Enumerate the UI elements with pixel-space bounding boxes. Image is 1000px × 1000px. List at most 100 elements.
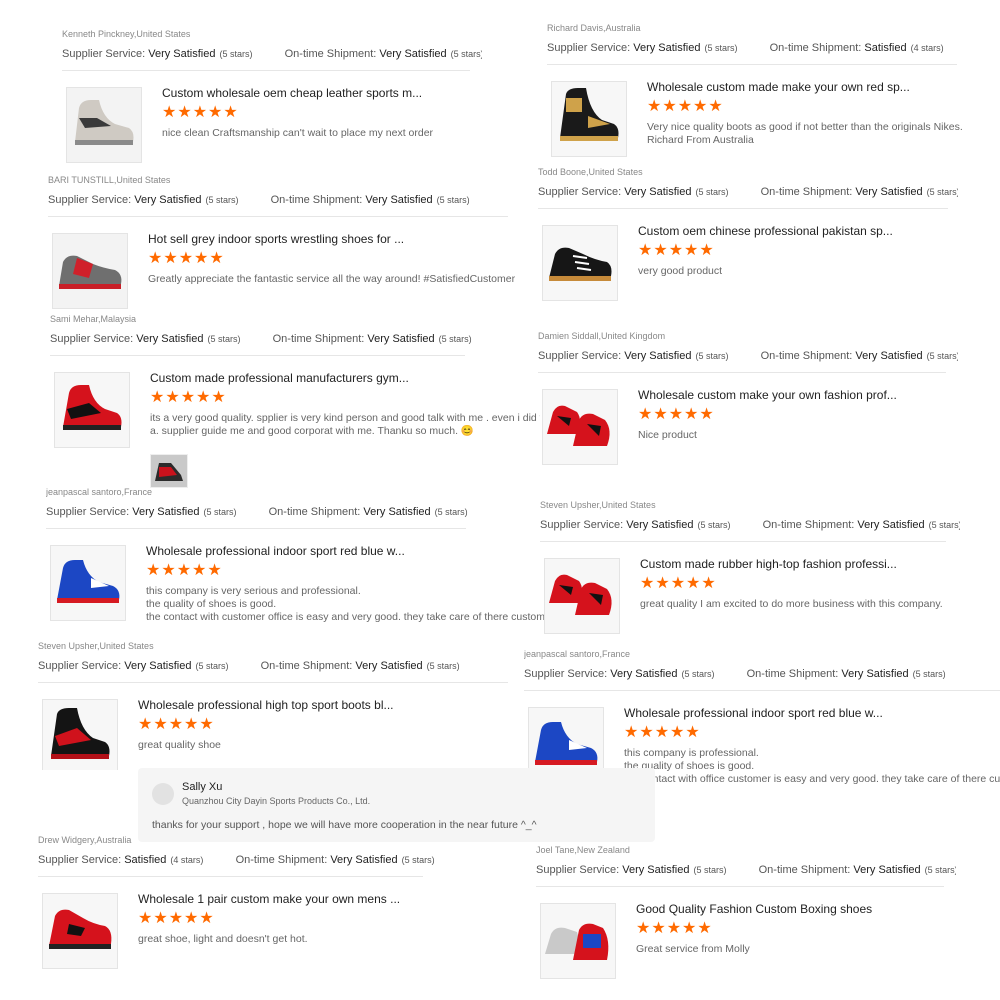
product-title[interactable]: Wholesale 1 pair custom make your own me… [138,891,458,907]
shipment-value: Very Satisfied [841,668,909,680]
divider [524,690,1000,691]
reviewer-name: Joel Tane,New Zealand [536,845,630,855]
review-comment: Great service from Molly [636,943,750,955]
shipment-stars: (5 stars) [450,49,482,59]
divider [48,216,508,217]
shipment-label: On-time Shipment: [758,864,854,876]
supplier-service-value: Very Satisfied [622,864,690,876]
shipment-stars: (5 stars) [434,507,468,517]
shipment-label: On-time Shipment: [268,506,364,518]
review-card: Steven Upsher,United States Supplier Ser… [38,640,528,770]
shipment-label: On-time Shipment: [235,854,331,866]
supplier-service-value: Satisfied [124,854,167,866]
product-title[interactable]: Wholesale professional high top sport bo… [138,697,528,713]
supplier-service-label: Supplier Service: [547,42,634,54]
reviewer-name: Richard Davis,Australia [547,23,641,33]
shipment-value: Very Satisfied [365,194,433,206]
review-card: BARI TUNSTILL,United States Supplier Ser… [48,174,528,314]
shipment-value: Very Satisfied [855,350,923,362]
review-comment: Greatly appreciate the fantastic service… [148,273,516,285]
product-title[interactable]: Wholesale custom make your own fashion p… [638,387,958,403]
product-title[interactable]: Good Quality Fashion Custom Boxing shoes [636,901,956,917]
product-thumbnail[interactable] [50,545,126,621]
supplier-service-label: Supplier Service: [524,668,611,680]
review-card: jeanpascal santoro,France Supplier Servi… [46,486,546,636]
shipment-label: On-time Shipment: [284,48,380,60]
review-card: Kenneth Pinckney,United States Supplier … [62,28,482,168]
product-title[interactable]: Wholesale professional indoor sport red … [624,705,1000,721]
review-comment: this company is professional. the qualit… [624,747,1000,785]
review-comment: this company is very serious and profess… [146,585,546,623]
ratings-row: Supplier Service: Very Satisfied (5 stars… [547,40,967,56]
reviewer-name: jeanpascal santoro,France [524,649,631,659]
supplier-service-value: Very Satisfied [624,186,692,198]
star-rating: ★★★★★ [624,724,701,741]
supplier-service-value: Very Satisfied [624,350,692,362]
ratings-row: Supplier Service: Very Satisfied (5 stars… [46,504,546,520]
product-title[interactable]: Custom made rubber high-top fashion prof… [640,556,960,572]
shoe-icon [43,700,117,770]
product-thumbnail[interactable] [542,225,618,301]
shoe-icon [541,904,615,978]
supplier-service-label: Supplier Service: [62,48,149,60]
shoe-icon [552,82,626,156]
product-title[interactable]: Custom oem chinese professional pakistan… [638,223,958,239]
review-card: Joel Tane,New Zealand Supplier Service: … [536,844,956,984]
product-thumbnail[interactable] [42,893,118,969]
product-thumbnail[interactable] [52,233,128,309]
divider [50,355,465,356]
product-thumbnail[interactable] [54,372,130,448]
avatar [152,783,174,805]
star-rating: ★★★★★ [640,575,717,592]
product-title[interactable]: Hot sell grey indoor sports wrestling sh… [148,231,528,247]
shipment-value: Very Satisfied [355,660,423,672]
supplier-service-value: Very Satisfied [633,42,701,54]
product-thumbnail[interactable] [544,558,620,634]
supplier-service-value: Very Satisfied [124,660,192,672]
review-photo[interactable] [150,454,188,488]
divider [38,682,508,683]
supplier-service-stars: (4 stars) [170,855,204,865]
product-title[interactable]: Custom made professional manufacturers g… [150,370,540,386]
supplier-service-label: Supplier Service: [540,519,627,531]
reviewer-name: Sami Mehar,Malaysia [50,314,137,324]
ratings-row: Supplier Service: Very Satisfied (5 stars… [38,658,528,674]
review-comment: very good product [638,265,723,277]
review-comment: great quality shoe [138,739,221,751]
product-thumbnail[interactable] [540,903,616,979]
supplier-service-label: Supplier Service: [538,350,625,362]
shipment-stars: (5 stars) [926,187,958,197]
supplier-service-value: Very Satisfied [132,506,200,518]
product-title[interactable]: Custom wholesale oem cheap leather sport… [162,85,482,101]
star-rating: ★★★★★ [150,389,227,406]
shipment-value: Satisfied [864,42,907,54]
supplier-service-value: Very Satisfied [134,194,202,206]
product-title[interactable]: Wholesale professional indoor sport red … [146,543,546,559]
supplier-service-value: Very Satisfied [626,519,694,531]
shoe-icon [543,226,617,300]
review-comment: Very nice quality boots as good if not b… [647,121,963,146]
ratings-row: Supplier Service: Very Satisfied (5 stars… [62,46,482,62]
supplier-service-stars: (5 stars) [704,43,738,53]
supplier-service-label: Supplier Service: [536,864,623,876]
reviewer-name: Steven Upsher,United States [38,641,154,651]
supplier-service-value: Very Satisfied [136,333,204,345]
product-thumbnail[interactable] [551,81,627,157]
supplier-service-stars: (5 stars) [681,669,715,679]
reply-company-name: Quanzhou City Dayin Sports Products Co.,… [182,796,371,806]
product-title[interactable]: Wholesale custom made make your own red … [647,79,967,95]
review-comment: great quality I am excited to do more bu… [640,598,943,610]
supplier-service-label: Supplier Service: [46,506,133,518]
review-comment: nice clean Craftsmanship can't wait to p… [162,127,434,139]
star-rating: ★★★★★ [162,104,239,121]
product-thumbnail[interactable] [66,87,142,163]
divider [538,208,948,209]
ratings-row: Supplier Service: Satisfied (4 stars) On-… [38,852,458,868]
product-thumbnail[interactable] [542,389,618,465]
supplier-service-value: Very Satisfied [148,48,216,60]
product-thumbnail[interactable] [42,699,118,770]
review-comment: Nice product [638,429,697,441]
shipment-stars: (5 stars) [401,855,435,865]
supplier-service-stars: (5 stars) [697,520,731,530]
review-card: Damien Siddall,United Kingdom Supplier S… [538,330,958,470]
